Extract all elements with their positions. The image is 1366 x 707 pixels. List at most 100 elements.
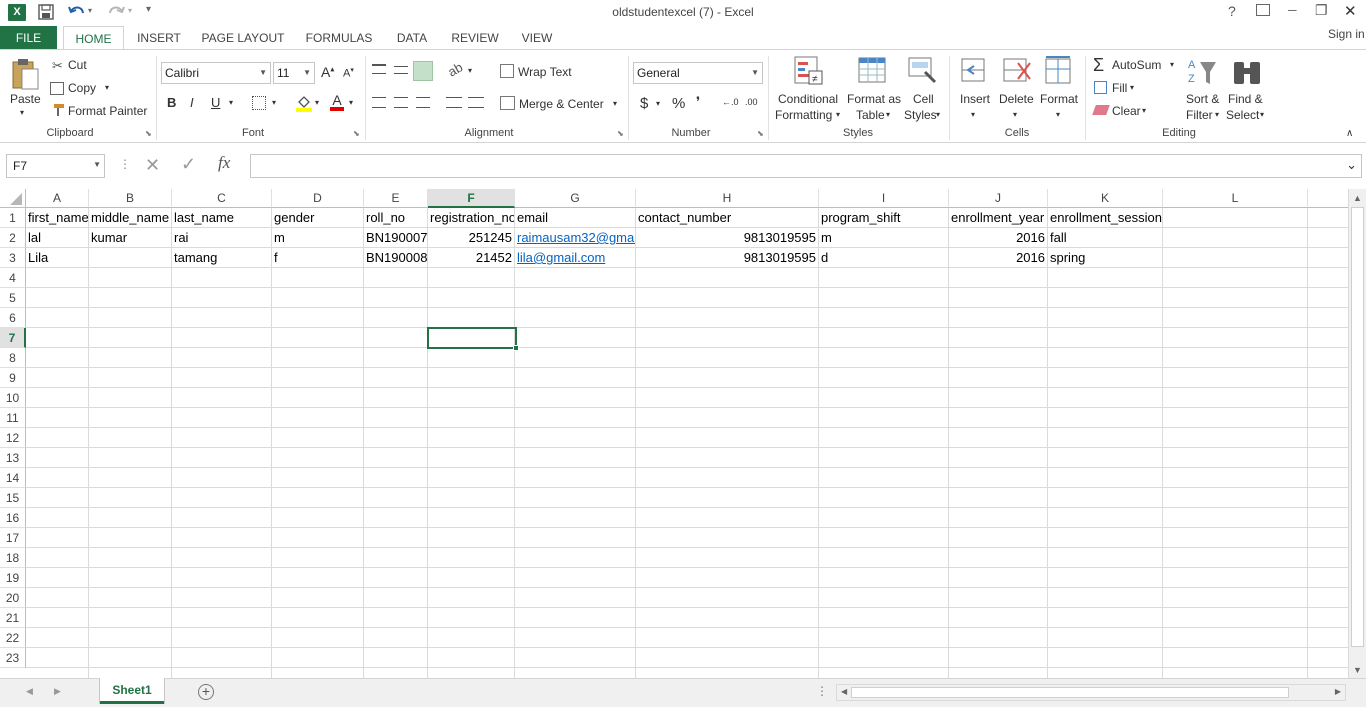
font-launcher-icon[interactable]: ⬊ [353,129,360,138]
vertical-scrollbar[interactable]: ▲ ▼ [1348,189,1366,678]
alignment-launcher-icon[interactable]: ⬊ [617,129,624,138]
number-format-combo[interactable]: General ▼ [633,62,763,84]
clear-dropdown-icon[interactable]: ▾ [1142,106,1146,115]
format-as-table-label[interactable]: Table [856,108,885,122]
data-cell[interactable]: spring [1048,248,1162,268]
tab-data[interactable]: DATA [388,26,436,50]
paste-dropdown-icon[interactable]: ▾ [20,108,24,117]
column-header-h[interactable]: H [636,189,819,208]
eraser-icon[interactable] [1092,105,1110,115]
middle-align-icon[interactable] [394,66,408,74]
formula-input[interactable]: ⌄ [250,154,1362,178]
tab-file[interactable]: FILE [0,26,57,50]
data-cell[interactable]: m [272,228,363,248]
data-cell[interactable]: d [819,248,948,268]
header-cell[interactable]: contact_number [636,208,818,228]
data-cell[interactable] [89,248,171,268]
column-header-e[interactable]: E [364,189,428,208]
cut-button[interactable]: Cut [68,58,87,72]
find-select-icon[interactable] [1232,58,1262,86]
clear-button[interactable]: Clear [1112,104,1141,118]
format-as-table-dropdown-icon[interactable]: ▾ [886,110,890,119]
top-align-icon[interactable] [372,64,386,74]
worksheet-grid[interactable]: ABCDEFGHIJKL 1 2 3 4 5 6 7 8 9 10 11 12 13 14 15 16 17 18… [0,189,1366,678]
sheet-tab-sheet1[interactable]: Sheet1 [100,678,164,704]
italic-button[interactable]: I [190,95,194,110]
header-cell[interactable]: enrollment_session [1048,208,1308,228]
data-cell[interactable]: 9813019595 [636,228,818,248]
row-header-21[interactable]: 21 [0,608,26,628]
help-button[interactable]: ? [1228,3,1236,19]
scroll-up-icon[interactable]: ▲ [1353,193,1362,203]
vertical-scroll-thumb[interactable] [1351,207,1364,647]
comma-button[interactable]: ❜ [696,94,700,110]
confirm-entry-icon[interactable]: ✓ [181,154,196,175]
conditional-formatting-icon[interactable]: ≠ [794,56,824,86]
row-header-5[interactable]: 5 [0,288,26,308]
header-cell[interactable]: middle_name [89,208,171,228]
data-cell[interactable]: lila@gmail.com [515,248,635,268]
sort-filter-icon[interactable]: AZ [1186,56,1218,88]
row-header-10[interactable]: 10 [0,388,26,408]
merge-center-button[interactable]: Merge & Center [519,97,604,111]
format-dropdown-icon[interactable]: ▾ [1056,110,1060,119]
row-header-20[interactable]: 20 [0,588,26,608]
orientation-dropdown-icon[interactable]: ▾ [468,66,472,75]
tab-formulas[interactable]: FORMULAS [300,26,378,50]
number-launcher-icon[interactable]: ⬊ [757,129,764,138]
sign-in-link[interactable]: Sign in [1328,27,1365,41]
data-cell[interactable]: Lila [26,248,88,268]
increase-font-size-icon[interactable]: A▴ [321,64,334,80]
prev-sheet-icon[interactable]: ◀ [26,686,33,697]
fill-icon[interactable] [1094,81,1107,94]
header-cell[interactable]: first_name [26,208,88,228]
bold-button[interactable]: B [167,95,176,110]
tab-review[interactable]: REVIEW [446,26,504,50]
data-cell[interactable]: 9813019595 [636,248,818,268]
row-header-9[interactable]: 9 [0,368,26,388]
format-painter-icon[interactable] [50,104,64,116]
data-cell[interactable]: tamang [172,248,271,268]
font-color-dropdown-icon[interactable]: ▾ [349,98,353,107]
currency-button[interactable]: $ [640,95,648,112]
insert-cells-icon[interactable] [960,57,988,85]
close-button[interactable]: ✕ [1344,2,1357,20]
tab-split-grip-icon[interactable]: ⋮ [816,684,828,698]
format-cells-button[interactable]: Format [1040,92,1078,106]
clipboard-launcher-icon[interactable]: ⬊ [145,129,152,138]
merge-center-dropdown-icon[interactable]: ▾ [613,99,617,108]
sort-filter-label[interactable]: Filter [1186,108,1213,122]
row-header-7[interactable]: 7 [0,328,26,348]
copy-dropdown-icon[interactable]: ▾ [105,83,109,92]
expand-formula-bar-icon[interactable]: ⌄ [1346,157,1357,173]
fill-button[interactable]: Fill [1112,81,1127,95]
data-cell[interactable]: rai [172,228,271,248]
insert-dropdown-icon[interactable]: ▾ [971,110,975,119]
column-header-d[interactable]: D [272,189,364,208]
cut-icon[interactable]: ✂ [52,58,63,74]
paste-icon[interactable] [10,57,40,91]
bottom-align-icon[interactable] [413,61,433,81]
orientation-icon[interactable]: ab [445,59,465,79]
header-cell[interactable]: gender [272,208,363,228]
row-header-14[interactable]: 14 [0,468,26,488]
paste-button[interactable]: Paste [10,92,41,106]
autosum-icon[interactable]: Σ [1093,55,1104,76]
insert-cells-button[interactable]: Insert [960,92,990,106]
cell-styles-icon[interactable] [907,56,937,86]
decrease-indent-icon[interactable] [446,97,462,108]
borders-icon[interactable] [252,96,266,110]
sort-filter-dropdown-icon[interactable]: ▾ [1215,110,1219,119]
column-header-k[interactable]: K [1048,189,1163,208]
horizontal-scrollbar[interactable]: ◀ ▶ [836,684,1346,701]
delete-dropdown-icon[interactable]: ▾ [1013,110,1017,119]
cancel-entry-icon[interactable]: ✕ [145,155,160,176]
sort-filter-button[interactable]: Sort & [1186,92,1219,106]
next-sheet-icon[interactable]: ▶ [54,686,61,697]
align-center-icon[interactable] [394,97,408,108]
tab-view[interactable]: VIEW [514,26,560,50]
align-right-icon[interactable] [416,97,430,108]
delete-cells-button[interactable]: Delete [999,92,1034,106]
conditional-formatting-dropdown-icon[interactable]: ▾ [836,110,840,119]
column-header-g[interactable]: G [515,189,636,208]
